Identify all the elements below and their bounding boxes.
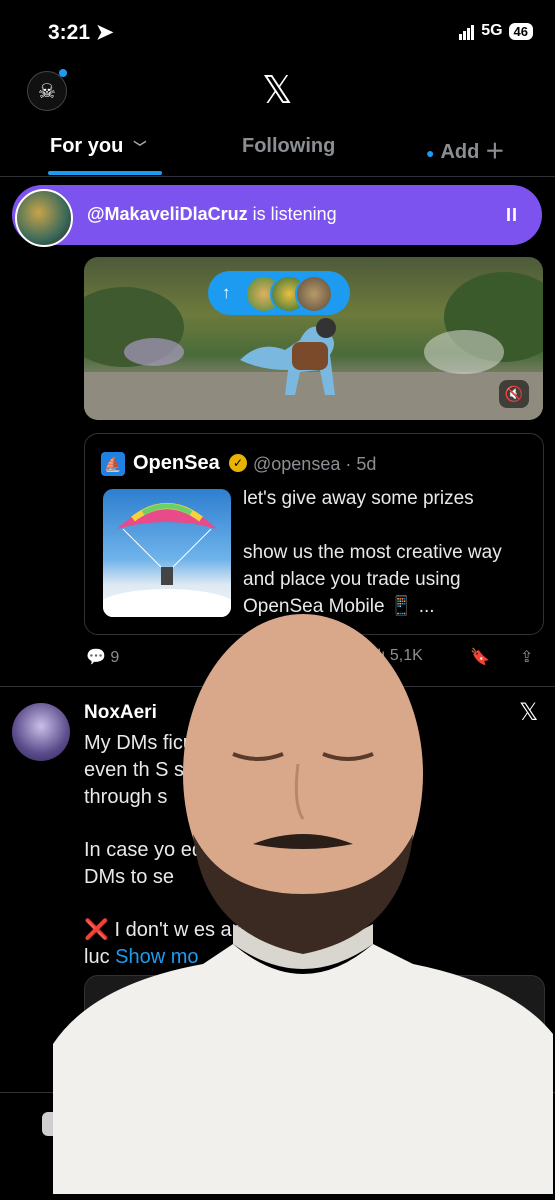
quoted-author-name: OpenSea	[133, 452, 220, 474]
verified-badge-icon: ✓	[229, 454, 247, 472]
arrow-up-icon: ↑	[222, 283, 231, 302]
mute-icon[interactable]: 🔇	[499, 380, 529, 408]
lizard-character	[240, 318, 336, 395]
active-tab-indicator	[48, 171, 162, 175]
pill-avatar	[295, 275, 333, 313]
tab-add-label: Add	[440, 141, 480, 163]
listening-suffix: is listening	[247, 204, 337, 224]
quoted-post-text: let's give away some prizes show us the …	[243, 488, 502, 617]
parachute-illustration	[103, 503, 231, 617]
network-label: 5G	[481, 22, 503, 39]
tab-add[interactable]: ● Add ＋	[426, 135, 505, 164]
tab-for-you-label: For you	[50, 135, 124, 157]
signal-icon	[459, 22, 475, 40]
status-time: 3:21 ➤	[48, 21, 114, 44]
quoted-author-meta: @opensea · 5d	[253, 454, 377, 474]
chevron-down-icon: ﹀	[133, 140, 147, 155]
x-logo-icon: 𝕏	[262, 68, 293, 112]
header-divider	[0, 176, 555, 177]
new-dot: ●	[426, 145, 435, 161]
tab-for-you[interactable]: For you ﹀	[50, 135, 146, 158]
battery-icon: 46	[508, 22, 533, 40]
location-arrow-icon: ➤	[95, 21, 114, 44]
facecam-overlay	[53, 604, 553, 1194]
quoted-post-image[interactable]	[103, 489, 231, 617]
listener-avatar[interactable]	[15, 189, 73, 247]
tab-following[interactable]: Following	[242, 135, 335, 158]
pause-button[interactable]: II	[506, 205, 518, 226]
profile-avatar[interactable]: ☠	[27, 71, 67, 111]
listening-text: @MakaveliDlaCruz is listening	[87, 204, 337, 225]
plus-icon: ＋	[484, 141, 505, 163]
listener-handle: @MakaveliDlaCruz	[87, 204, 248, 224]
notification-dot	[59, 69, 67, 77]
opensea-logo-icon: ⛵	[101, 452, 125, 476]
status-indicators: 5G 46	[459, 22, 533, 40]
person-illustration	[53, 614, 553, 1194]
